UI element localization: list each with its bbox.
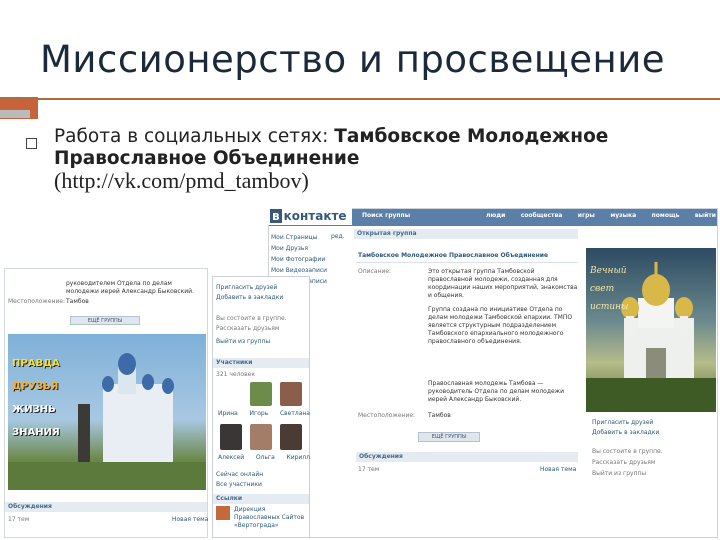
link-logo-icon <box>216 506 230 520</box>
nav-communities[interactable]: сообщества <box>521 212 563 220</box>
links-header: Ссылки <box>213 494 309 504</box>
middle-membership: Вы состоите в группе. Рассказать друзьям <box>216 314 287 334</box>
link-item[interactable]: Дирекция Православных Сайтов «Вертограда… <box>234 506 306 530</box>
poster-word: ЖИЗНЬ <box>12 404 56 415</box>
members-count: 321 человек <box>216 371 255 378</box>
left-more-groups-button[interactable]: ЕЩЁ ГРУППЫ <box>70 316 140 325</box>
bullet-marker <box>26 138 37 149</box>
description-text-3: Православная молодежь Тамбова — руководи… <box>428 380 564 403</box>
bullet-link[interactable]: (http://vk.com/pmd_tambov) <box>54 168 309 193</box>
left-description: руководителем Отдела по делам молодежи и… <box>66 280 194 295</box>
middle-invite-link[interactable]: Пригласить друзей <box>216 283 283 293</box>
members-row-2-names: Алексей Ольга Кирилл <box>218 454 310 462</box>
poster-caption: Вечный свет истины <box>590 266 629 312</box>
middle-sidebar-links: Сейчас онлайн Все участники <box>216 470 263 490</box>
left-discussions-count: 17 тем <box>8 516 30 523</box>
members-row-1-names: Ирина Игорь Светлана <box>218 410 310 418</box>
nav-people[interactable]: люди <box>486 212 505 220</box>
group-title-divider <box>356 262 578 263</box>
member-name[interactable]: Ольга <box>256 454 275 462</box>
vk-top-nav: люди сообщества игры музыка помощь выйти <box>486 212 716 220</box>
all-members-link[interactable]: Все участники <box>216 480 263 490</box>
left-location-value: Тамбов <box>66 298 89 305</box>
middle-in-group: Вы состоите в группе. <box>216 315 287 322</box>
menu-my-friends[interactable]: Мои Друзья <box>271 243 327 254</box>
nav-help[interactable]: помощь <box>652 212 680 220</box>
right-in-group: Вы состоите в группе. <box>592 448 663 455</box>
description-text-2: Группа создана по инициативе Отдела по д… <box>428 306 573 345</box>
poster-word: ЗНАНИЯ <box>12 427 60 438</box>
middle-actions: Пригласить друзей Добавить в закладки <box>216 283 283 303</box>
member-name[interactable]: Алексей <box>218 454 244 462</box>
discussions-count: 17 тем <box>358 466 380 473</box>
member-avatar-4[interactable] <box>220 424 242 450</box>
middle-bookmarks-link[interactable]: Добавить в закладки <box>216 293 283 303</box>
member-name[interactable]: Кирилл <box>286 454 310 462</box>
group-title: Тамбовское Молодежное Православное Объед… <box>358 252 549 259</box>
member-name[interactable]: Игорь <box>250 410 269 418</box>
right-tell-link[interactable]: Рассказать друзьям <box>592 457 663 468</box>
menu-my-page[interactable]: Мои Страницы <box>271 232 327 243</box>
right-bookmarks-link[interactable]: Добавить в закладки <box>592 428 659 438</box>
left-new-topic-link[interactable]: Новая тема <box>172 516 208 524</box>
more-groups-button[interactable]: ЕЩЁ ГРУППЫ <box>418 432 480 442</box>
bullet-text: Работа в социальных сетях: Тамбовское Мо… <box>54 126 704 194</box>
poster-words: ПРАВДА ДРУЗЬЯ ЖИЗНЬ ЗНАНИЯ <box>12 352 60 444</box>
menu-my-photos[interactable]: Мои Фотографии <box>271 254 327 265</box>
description-text-1: Это открытая группа Тамбовской православ… <box>428 268 578 299</box>
right-invite-link[interactable]: Пригласить друзей <box>592 418 659 428</box>
menu-my-videos[interactable]: Мои Видеозаписи <box>271 265 327 276</box>
member-avatar-1[interactable] <box>220 382 242 406</box>
middle-tell-link[interactable]: Рассказать друзьям <box>216 324 287 334</box>
poster-word: ДРУЗЬЯ <box>12 381 59 392</box>
vk-search-label[interactable]: Поиск группы <box>362 212 410 220</box>
group-type-header: Открытая группа <box>354 229 578 239</box>
bullet-prefix: Работа в социальных сетях: <box>54 126 335 147</box>
nav-logout[interactable]: выйти <box>695 212 716 220</box>
right-leave-link[interactable]: Выйти из группы <box>592 468 663 479</box>
title-divider <box>0 98 720 100</box>
edit-link[interactable]: ред. <box>331 233 345 241</box>
vk-logo[interactable]: в контакте <box>268 208 352 225</box>
member-avatar-2[interactable] <box>250 382 272 406</box>
left-discussions-header: Обсуждения <box>5 502 207 512</box>
member-name[interactable]: Ирина <box>218 410 238 418</box>
online-link[interactable]: Сейчас онлайн <box>216 470 263 480</box>
nav-games[interactable]: игры <box>578 212 595 220</box>
discussions-header: Обсуждения <box>356 452 578 462</box>
right-actions: Пригласить друзей Добавить в закладки <box>592 418 659 438</box>
member-avatar-6[interactable] <box>280 424 302 450</box>
location-label: Местоположение: <box>358 412 416 419</box>
right-membership: Вы состоите в группе. Рассказать друзьям… <box>592 446 663 479</box>
nav-music[interactable]: музыка <box>610 212 636 220</box>
description-label: Описание: <box>358 268 392 275</box>
new-topic-link[interactable]: Новая тема <box>540 466 576 474</box>
location-value: Тамбов <box>428 412 451 419</box>
slide-title: Миссионерство и просвещение <box>40 38 666 81</box>
members-header: Участники <box>213 358 309 368</box>
left-location-label: Местоположение: <box>8 298 66 305</box>
title-accent-grey <box>0 110 30 118</box>
member-avatar-5[interactable] <box>250 424 272 450</box>
member-name[interactable]: Светлана <box>280 410 310 418</box>
poster-word: ПРАВДА <box>12 358 60 369</box>
middle-leave-link[interactable]: Выйти из группы <box>216 338 270 346</box>
member-avatar-3[interactable] <box>280 382 302 406</box>
